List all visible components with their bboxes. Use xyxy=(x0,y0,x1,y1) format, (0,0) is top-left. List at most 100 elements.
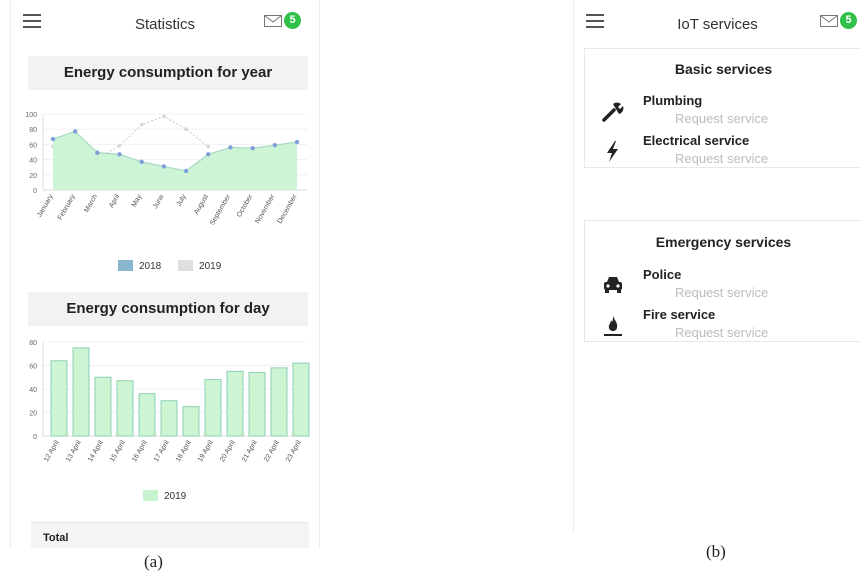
basic-services-card: Basic services Plumbing Request service … xyxy=(584,48,860,168)
x-tick-label: February xyxy=(57,193,77,221)
unread-badge: 5 xyxy=(840,12,857,29)
bar xyxy=(248,372,266,437)
service-name: Plumbing xyxy=(643,93,703,108)
x-tick-label: 12 April xyxy=(43,439,61,463)
total-label: Total xyxy=(43,532,69,544)
wrench-icon xyxy=(602,102,624,122)
x-tick-label: November xyxy=(254,193,277,225)
y-tick-label: 0 xyxy=(33,434,37,441)
top-bar: Statistics 5 xyxy=(11,0,319,48)
service-name: Fire service xyxy=(643,307,716,322)
y-tick-label: 60 xyxy=(29,142,37,149)
day-chart: 0 20 40 60 80 12 April 13 April 14 April 15 Apri… xyxy=(29,340,310,463)
lightning-icon xyxy=(607,141,618,162)
request-service-link[interactable]: Request service xyxy=(675,111,768,126)
point-2018 xyxy=(206,152,211,157)
point-2018 xyxy=(50,136,56,142)
request-service-link[interactable]: Request service xyxy=(675,285,768,300)
year-chart-legend: 2018 2019 xyxy=(118,260,221,272)
request-service-link[interactable]: Request service xyxy=(675,325,768,340)
legend-label-2018[interactable]: 2018 xyxy=(139,261,161,272)
year-chart: 0 20 40 60 80 100 January February March April May… xyxy=(25,112,307,227)
bar xyxy=(182,406,200,437)
x-tick-label: 14 April xyxy=(87,439,105,463)
point-2019 xyxy=(139,122,144,127)
bar xyxy=(50,360,68,437)
day-chart-heading: Energy consumption for day xyxy=(28,292,308,326)
x-tick-label: March xyxy=(83,193,99,213)
y-tick-label: 100 xyxy=(25,112,37,119)
point-2018 xyxy=(117,152,122,157)
y-tick-label: 60 xyxy=(29,364,37,371)
envelope-icon xyxy=(820,15,838,27)
point-2018 xyxy=(228,145,233,150)
envelope-icon xyxy=(264,15,282,27)
x-tick-label: 13 April xyxy=(65,439,83,463)
x-tick-label: 22 April xyxy=(263,439,281,463)
request-service-link[interactable]: Request service xyxy=(675,151,768,166)
basic-services-heading: Basic services xyxy=(674,61,773,77)
x-tick-label: 17 April xyxy=(153,439,171,463)
legend-label-2019[interactable]: 2019 xyxy=(164,491,186,502)
bar xyxy=(292,362,310,437)
service-item-electrical[interactable]: Electrical service Request service xyxy=(585,131,860,171)
unread-badge: 5 xyxy=(284,12,301,29)
y-tick-label: 20 xyxy=(29,173,37,180)
point-2018 xyxy=(161,164,167,169)
x-tick-label: September xyxy=(209,193,233,227)
point-2018 xyxy=(183,168,189,174)
bar xyxy=(138,393,156,437)
legend-swatch-2019 xyxy=(178,260,194,271)
legend-swatch-2018 xyxy=(118,260,133,271)
series-area-2018 xyxy=(53,131,297,190)
x-tick-label: July xyxy=(176,193,189,208)
service-name: Electrical service xyxy=(643,133,750,148)
x-tick-label: January xyxy=(36,193,55,218)
y-tick-label: 80 xyxy=(29,340,37,347)
bar xyxy=(270,367,288,437)
y-tick-label: 20 xyxy=(29,411,37,418)
emergency-services-heading: Emergency services xyxy=(655,234,792,250)
top-bar: IoT services 5 xyxy=(574,0,860,48)
year-chart-heading: Energy consumption for year xyxy=(28,56,308,90)
x-tick-label: 15 April xyxy=(109,439,127,463)
point-2018 xyxy=(72,129,78,134)
bar xyxy=(94,376,112,437)
service-item-plumbing[interactable]: Plumbing Request service xyxy=(585,91,860,131)
iot-services-screen: IoT services 5 Basic services Plumbing R… xyxy=(573,0,860,533)
bar xyxy=(116,380,134,437)
point-2018 xyxy=(95,150,100,155)
emergency-services-card: Emergency services Police Request servic… xyxy=(584,220,860,342)
point-2018 xyxy=(250,146,255,151)
point-2019 xyxy=(184,127,188,131)
figure-caption-a: (a) xyxy=(144,552,163,571)
x-tick-label: 19 April xyxy=(197,439,215,463)
total-section: Total xyxy=(31,522,309,548)
service-item-fire[interactable]: Fire service Request service xyxy=(585,305,860,345)
x-tick-label: 20 April xyxy=(219,439,237,463)
x-tick-label: June xyxy=(152,193,166,210)
figure-caption-b: (b) xyxy=(706,542,726,561)
point-2019 xyxy=(162,114,166,119)
service-name: Police xyxy=(643,267,682,282)
x-tick-label: October xyxy=(236,193,255,219)
bar xyxy=(204,379,222,437)
y-tick-label: 0 xyxy=(33,188,37,195)
point-2019 xyxy=(206,144,211,149)
legend-swatch-2019 xyxy=(143,490,158,501)
bar xyxy=(72,347,90,437)
y-tick-label: 80 xyxy=(29,127,37,134)
x-tick-label: 21 April xyxy=(241,439,259,463)
x-tick-label: 18 April xyxy=(175,439,193,463)
legend-label-2019[interactable]: 2019 xyxy=(199,261,221,272)
police-car-icon xyxy=(604,277,622,293)
y-tick-label: 40 xyxy=(29,387,37,394)
y-tick-label: 40 xyxy=(29,158,37,165)
fire-icon xyxy=(604,316,622,336)
service-item-police[interactable]: Police Request service xyxy=(585,265,860,305)
statistics-screen: Statistics 5 Energy consumption for year… xyxy=(10,0,320,548)
point-2018 xyxy=(139,159,144,165)
day-chart-legend: 2019 xyxy=(143,490,186,502)
x-tick-label: 23 April xyxy=(285,439,303,463)
page-title: IoT services xyxy=(677,16,758,33)
